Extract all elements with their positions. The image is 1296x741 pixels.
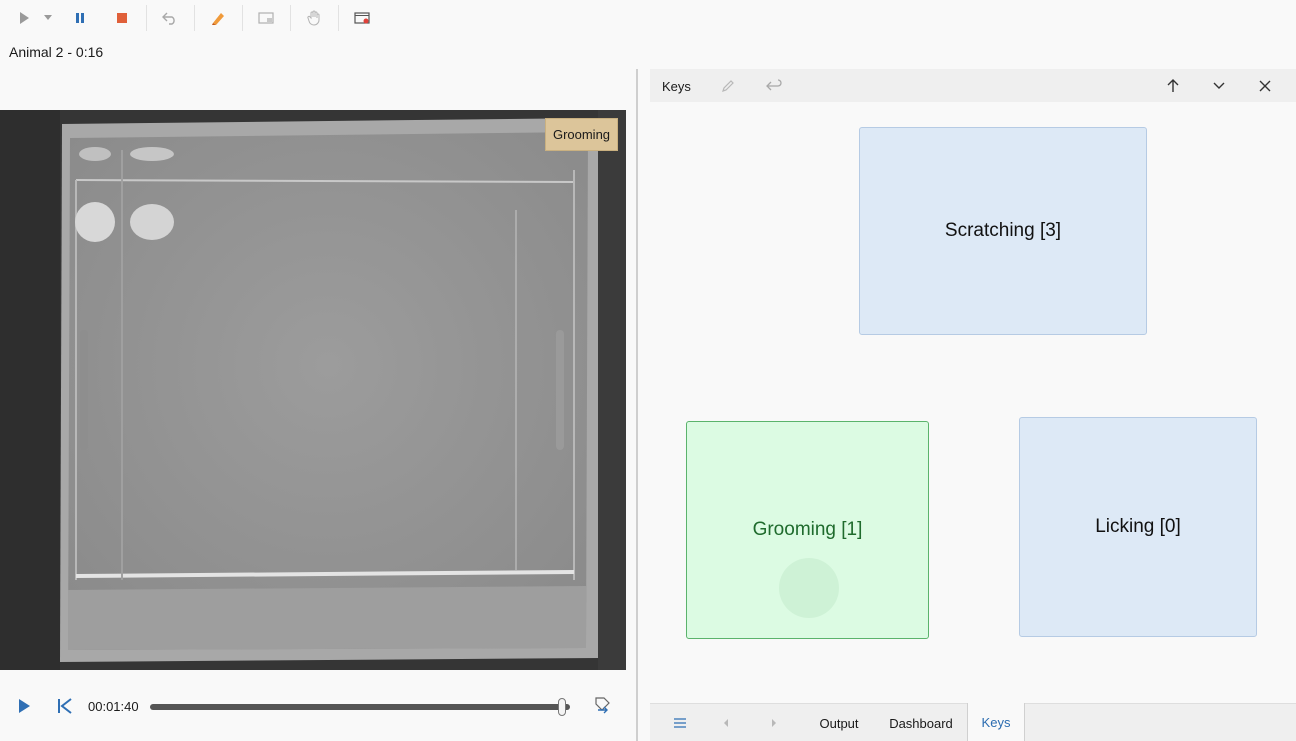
toolbar-separator: [242, 5, 243, 31]
chevron-down-icon[interactable]: [1208, 75, 1230, 97]
key-label: Grooming [1]: [752, 519, 863, 540]
menu-icon[interactable]: [670, 713, 690, 733]
key-label: Licking [0]: [1095, 516, 1181, 537]
export-tag-icon[interactable]: [592, 696, 612, 718]
behavior-overlay-tag: Grooming: [545, 118, 618, 151]
hand-icon[interactable]: [302, 6, 326, 30]
chevron-right-icon[interactable]: [764, 713, 784, 733]
toolbar-separator: [338, 5, 339, 31]
play-icon[interactable]: [12, 6, 36, 30]
pane-splitter[interactable]: [636, 69, 638, 741]
key-label: Scratching [3]: [944, 220, 1062, 241]
undo-icon[interactable]: [158, 6, 182, 30]
toolbar-separator: [146, 5, 147, 31]
tab-output[interactable]: Output: [808, 704, 870, 741]
video-frame[interactable]: [0, 110, 626, 670]
press-ripple: [779, 558, 839, 618]
bottom-tab-strip: Output Dashboard Keys: [650, 703, 1296, 741]
play-icon[interactable]: [14, 696, 34, 716]
pause-icon[interactable]: [68, 6, 92, 30]
toolbar-separator: [290, 5, 291, 31]
record-icon[interactable]: [350, 6, 374, 30]
key-button-licking[interactable]: Licking [0]: [1019, 417, 1257, 637]
key-button-grooming[interactable]: Grooming [1]: [686, 421, 929, 639]
stop-icon[interactable]: [110, 6, 134, 30]
return-icon[interactable]: [763, 75, 785, 97]
keys-panel-header: Keys: [650, 69, 1296, 102]
marker-icon[interactable]: [206, 6, 230, 30]
toolbar: [0, 0, 1296, 36]
keys-panel-title: Keys: [662, 79, 691, 94]
tab-dashboard[interactable]: Dashboard: [882, 704, 960, 741]
arrow-up-icon[interactable]: [1162, 75, 1184, 97]
seek-track[interactable]: [150, 704, 570, 710]
app-window: Animal 2 - 0:16 Grooming 00:01:40 Keys S…: [0, 0, 1296, 741]
skip-to-start-icon[interactable]: [56, 696, 74, 716]
key-button-scratching[interactable]: Scratching [3]: [859, 127, 1147, 335]
toolbar-separator: [194, 5, 195, 31]
session-label: Animal 2 - 0:16: [9, 44, 104, 60]
close-icon[interactable]: [1254, 75, 1276, 97]
tab-keys[interactable]: Keys: [967, 703, 1025, 741]
seek-thumb[interactable]: [557, 698, 566, 716]
playback-time: 00:01:40: [88, 699, 139, 714]
edit-icon[interactable]: [717, 75, 739, 97]
keys-panel: Keys Scratching [3] Grooming [1] Licking…: [650, 69, 1296, 741]
playback-bar: 00:01:40: [0, 690, 636, 724]
chevron-left-icon[interactable]: [716, 713, 736, 733]
screen-icon[interactable]: [254, 6, 278, 30]
dropdown-icon[interactable]: [40, 6, 56, 30]
video-image: [0, 110, 626, 670]
